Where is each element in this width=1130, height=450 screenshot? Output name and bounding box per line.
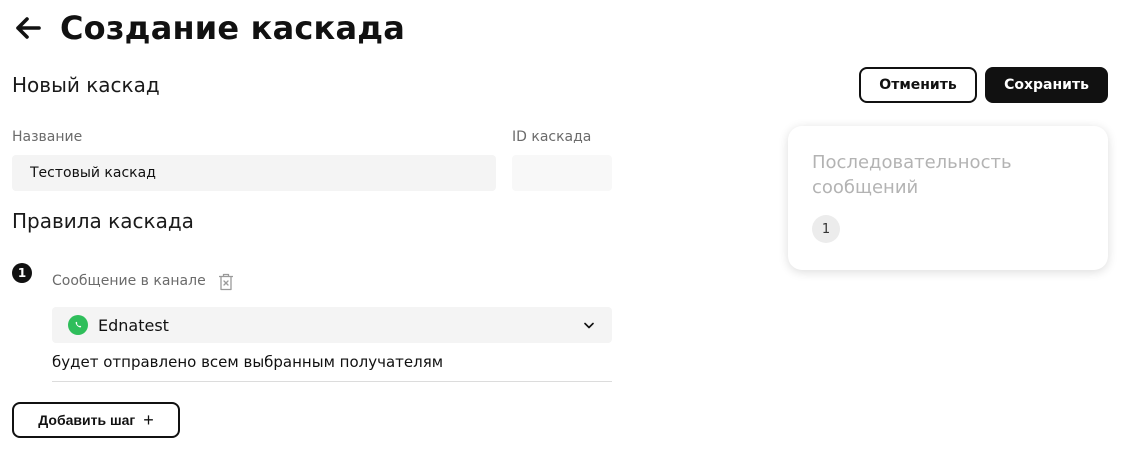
channel-select[interactable]: Ednatest [52, 307, 612, 343]
back-button[interactable] [12, 12, 44, 44]
save-button[interactable]: Сохранить [985, 67, 1108, 103]
arrow-left-icon [16, 17, 41, 39]
step-label: Сообщение в канале [52, 273, 206, 289]
step-number-badge: 1 [12, 263, 32, 283]
name-field[interactable] [12, 155, 496, 191]
page-subtitle: Новый каскад [12, 73, 160, 97]
add-step-button[interactable]: Добавить шаг + [12, 402, 180, 438]
channel-select-value: Ednatest [98, 315, 169, 335]
trash-icon [219, 273, 233, 291]
rules-title: Правила каскада [12, 209, 194, 233]
cascade-create-page: Создание каскада Новый каскад Отменить С… [0, 0, 1130, 450]
step-description: будет отправлено всем выбранным получате… [52, 352, 612, 382]
sequence-card: Последовательность сообщений 1 [788, 126, 1108, 270]
sequence-step-badge[interactable]: 1 [812, 215, 840, 243]
sequence-title: Последовательность сообщений [812, 152, 1012, 198]
cascade-id-label: ID каскада [512, 129, 592, 145]
delete-step-button[interactable] [216, 271, 236, 293]
name-field-label: Название [12, 129, 83, 145]
chevron-down-icon [582, 318, 596, 332]
page-title: Создание каскада [60, 9, 406, 47]
add-step-label: Добавить шаг [38, 412, 136, 428]
cascade-id-field[interactable] [512, 155, 612, 191]
cancel-button[interactable]: Отменить [859, 67, 977, 103]
plus-icon: + [143, 410, 154, 430]
whatsapp-icon [68, 315, 88, 335]
